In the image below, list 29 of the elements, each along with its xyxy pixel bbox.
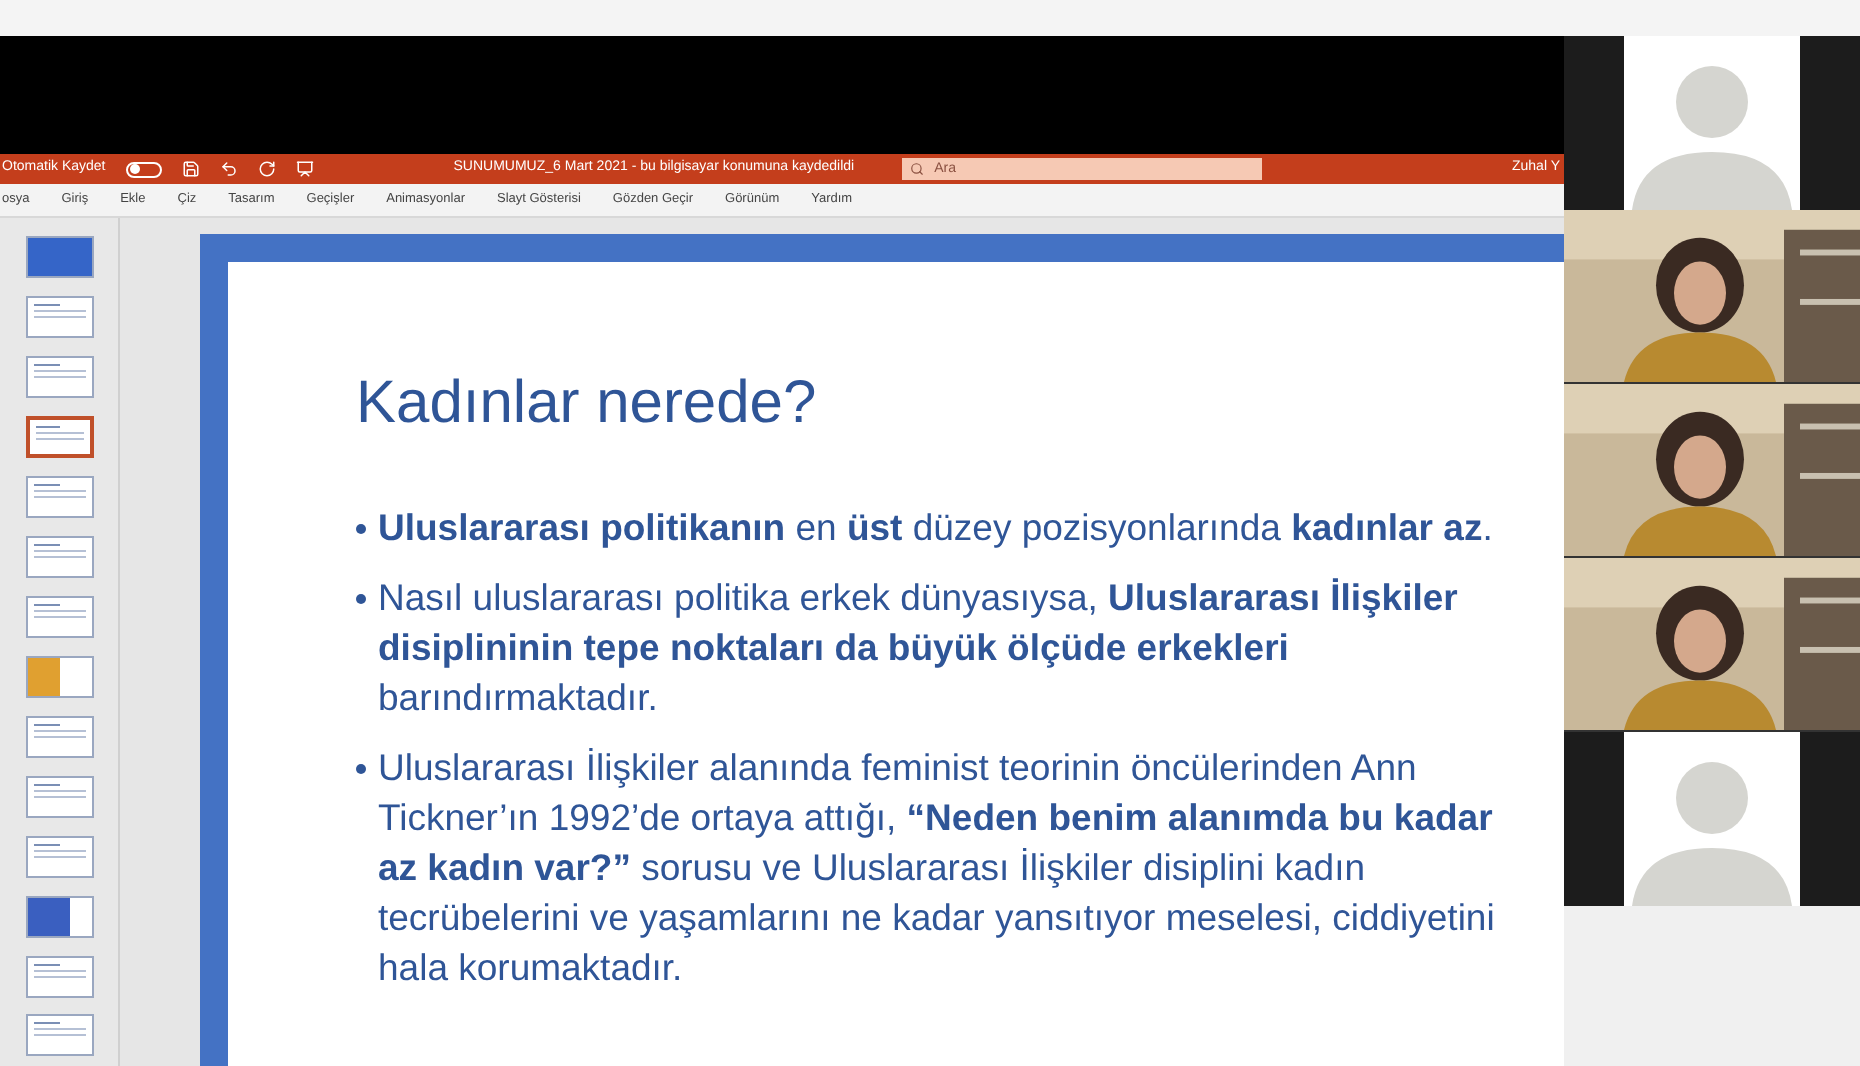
bullet-icon bbox=[356, 764, 366, 774]
bullet-icon bbox=[356, 524, 366, 534]
slide-thumbnail[interactable] bbox=[25, 416, 93, 459]
bullet-text: Uluslararası İlişkiler alanında feminist teorinin öncülerinden Ann Tickner’ın 1992’de ortaya attığı, “Neden benim alanımda bu kadar az kadın var?” sorusu ve Uluslararası İlişkiler disiplini kadın tecrübelerini ve yaşamlarını ne kadar yansıtıyor meselesi, ciddiyetini hala korumaktadır. bbox=[378, 744, 1497, 992]
avatar-icon bbox=[1624, 36, 1800, 210]
slide-thumbnail[interactable] bbox=[25, 895, 93, 938]
avatar-icon bbox=[1624, 732, 1800, 906]
autosave-toggle[interactable] bbox=[125, 161, 162, 177]
slide-thumbnail[interactable] bbox=[25, 356, 93, 399]
bullet-text: Uluslararası politikanın en üst düzey pozisyonlarında kadınlar az. bbox=[378, 504, 1493, 552]
presentation-icon[interactable] bbox=[295, 160, 314, 178]
slide-thumbnail[interactable] bbox=[25, 536, 93, 579]
search-icon bbox=[910, 161, 925, 176]
slide-thumbnail[interactable] bbox=[25, 655, 93, 698]
redo-icon[interactable] bbox=[257, 160, 276, 178]
undo-icon[interactable] bbox=[219, 160, 238, 178]
bullet-text: Nasıl uluslararası politika erkek dünyasıysa, Uluslararası İlişkiler disiplininin tepe noktaları da büyük ölçüde erkekleri barındırmaktadır. bbox=[378, 574, 1460, 722]
slide-title: Kadınlar nerede? bbox=[356, 374, 819, 434]
slide-thumbnail[interactable] bbox=[25, 775, 93, 818]
slide-thumbnail[interactable] bbox=[25, 835, 93, 878]
bullet-icon bbox=[356, 594, 366, 604]
slide-thumbnail[interactable] bbox=[25, 595, 93, 638]
slide-thumbnail[interactable] bbox=[25, 296, 93, 339]
save-icon[interactable] bbox=[181, 160, 200, 178]
slide-thumbnail[interactable] bbox=[25, 1014, 93, 1057]
slide-thumbnail[interactable] bbox=[25, 236, 93, 279]
slide-thumbnail[interactable] bbox=[25, 476, 93, 519]
slide-thumbnail[interactable] bbox=[25, 715, 93, 758]
slide-thumbnail[interactable] bbox=[25, 955, 93, 998]
